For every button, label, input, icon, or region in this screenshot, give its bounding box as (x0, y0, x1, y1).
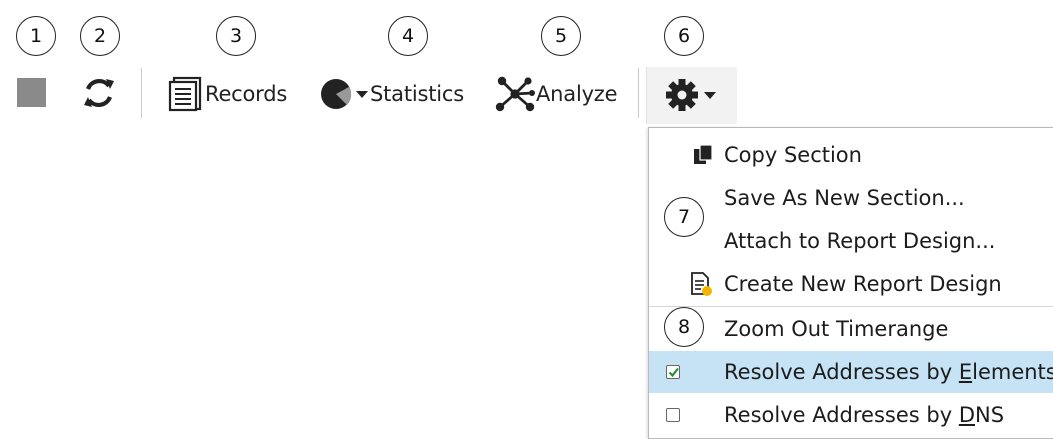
callout-6: 6 (664, 16, 704, 56)
network-graph-icon (495, 76, 535, 112)
checkbox-unchecked[interactable] (666, 408, 680, 422)
menu-item-label: Save As New Section... (724, 186, 965, 210)
menu-divider (649, 306, 1053, 307)
checkmark-icon (668, 367, 679, 377)
menu-item-label: Attach to Report Design... (724, 229, 996, 253)
analyze-label: Analyze (536, 82, 618, 106)
callout-1: 1 (16, 16, 56, 56)
records-label: Records (205, 82, 288, 106)
statistics-label: Statistics (370, 82, 464, 106)
chevron-down-icon (704, 92, 716, 99)
callout-4: 4 (388, 16, 428, 56)
menu-item-create-new-report-design[interactable]: Create New Report Design (649, 263, 1053, 305)
refresh-icon (84, 78, 114, 108)
settings-menu-button[interactable] (646, 67, 737, 124)
menu-item-zoom-out-timerange[interactable]: Zoom Out Timerange (649, 308, 1053, 350)
copy-icon (694, 144, 713, 164)
chevron-down-icon (356, 91, 368, 98)
callout-2: 2 (80, 16, 120, 56)
menu-item-resolve-by-elements[interactable]: Resolve Addresses by Elements (649, 351, 1053, 393)
records-button[interactable]: Records (165, 74, 287, 114)
stop-button[interactable] (16, 76, 48, 108)
menu-item-label: Create New Report Design (724, 272, 1002, 296)
analyze-button[interactable]: Analyze (494, 74, 618, 114)
menu-item-label: Copy Section (724, 143, 862, 167)
menu-item-resolve-by-dns[interactable]: Resolve Addresses by DNS (649, 394, 1053, 436)
gear-icon (666, 79, 698, 111)
callout-3: 3 (216, 16, 256, 56)
menu-item-attach-to-report-design[interactable]: Attach to Report Design... (649, 220, 1053, 262)
callout-5: 5 (541, 16, 581, 56)
records-icon (168, 76, 202, 112)
menu-item-save-as-new-section[interactable]: Save As New Section... (649, 177, 1053, 219)
refresh-button[interactable] (80, 74, 120, 112)
settings-dropdown-menu: Copy Section Save As New Section... Atta… (648, 127, 1053, 439)
menu-item-label: Resolve Addresses by DNS (724, 403, 1005, 427)
callout-8: 8 (664, 307, 704, 347)
checkbox-checked[interactable] (666, 365, 680, 379)
toolbar-separator (141, 68, 142, 118)
statistics-button[interactable]: Statistics (319, 74, 464, 114)
menu-item-copy-section[interactable]: Copy Section (649, 134, 1053, 176)
callout-7: 7 (664, 197, 704, 237)
stop-square-icon (17, 77, 46, 107)
menu-item-label: Resolve Addresses by Elements (724, 360, 1053, 384)
new-report-icon (691, 272, 712, 296)
toolbar-separator (638, 68, 639, 118)
pie-chart-icon (321, 79, 352, 109)
menu-item-label: Zoom Out Timerange (724, 317, 949, 341)
